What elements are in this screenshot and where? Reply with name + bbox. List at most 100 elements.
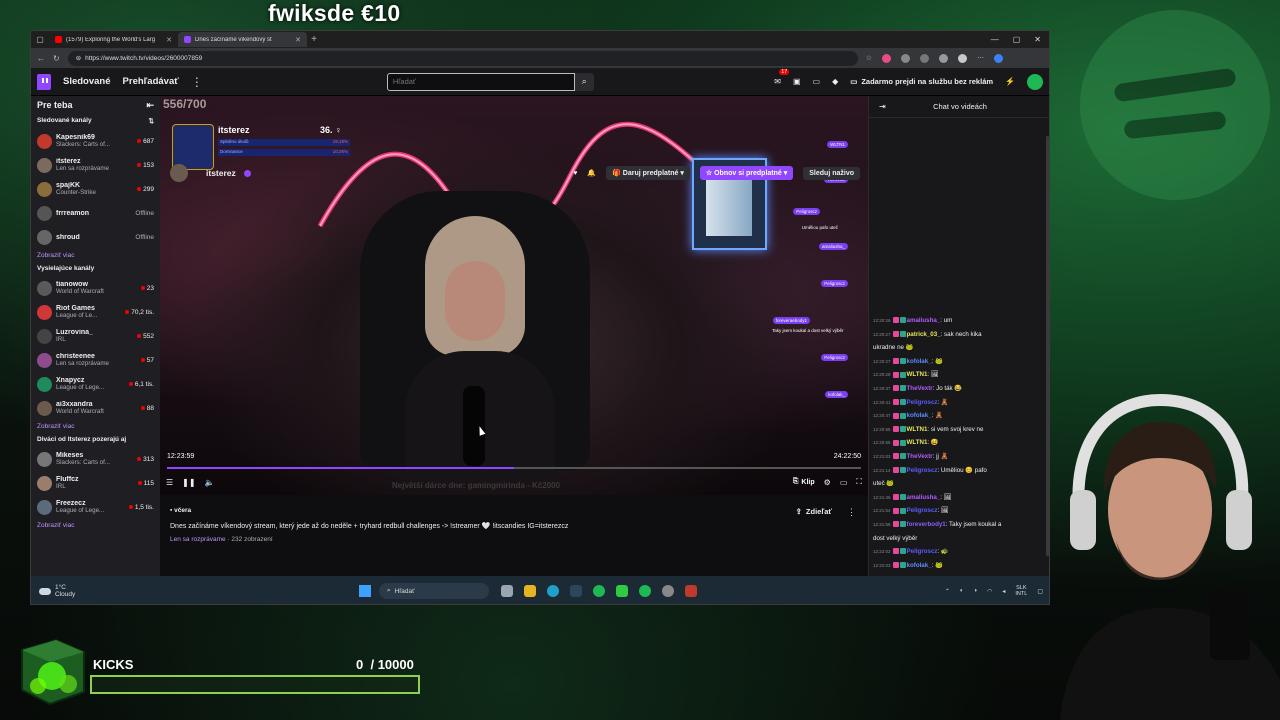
follow-heart-icon[interactable]: ♥: [573, 170, 577, 177]
file-explorer-icon[interactable]: [524, 585, 536, 597]
twitch-logo[interactable]: [37, 73, 51, 90]
show-more-link[interactable]: Zobraziť viac: [37, 423, 154, 430]
star-icon[interactable]: ☆: [866, 54, 872, 63]
browse-link[interactable]: Prehľadávať: [123, 76, 179, 87]
tray-icon[interactable]: ◐: [960, 588, 964, 594]
seek-bar[interactable]: [167, 467, 861, 469]
sidebar-channel-item[interactable]: christeenee Len sa rozprávame 57: [37, 348, 154, 372]
windows-start-icon[interactable]: [359, 585, 371, 597]
user-avatar[interactable]: [1027, 73, 1043, 90]
chat-username[interactable]: amaliusha_: [907, 494, 941, 501]
volume-icon[interactable]: 🔈: [205, 478, 215, 487]
task-view-icon[interactable]: [501, 585, 513, 597]
copilot-icon[interactable]: [993, 53, 1003, 63]
tab-youtube[interactable]: (1579) Exploring the World's Larg ✕: [49, 32, 178, 47]
url-field[interactable]: ⊜ https://www.twitch.tv/videos/260000785…: [67, 50, 858, 66]
chat-username[interactable]: kofolak_: [907, 562, 932, 569]
sidebar-channel-item[interactable]: Kapesnik69 Slackers: Carts of... 687: [37, 129, 154, 153]
following-link[interactable]: Sledované: [63, 76, 111, 87]
search-icon[interactable]: ⌕: [574, 72, 594, 91]
turbo-button[interactable]: ▭ Zadarmo prejdi na službu bez reklám: [850, 77, 993, 86]
collapse-sidebar-icon[interactable]: ⇤: [146, 100, 154, 111]
sidebar-channel-item[interactable]: itsterez Len sa rozprávame 153: [37, 153, 154, 177]
play-icon[interactable]: [616, 585, 628, 597]
steam-icon[interactable]: [570, 585, 582, 597]
tab-actions-icon[interactable]: ▢: [31, 35, 49, 44]
video-player[interactable]: 556/700 itsterez 36. ♀ Splněno úkolů 19,1…: [160, 96, 868, 495]
theatre-mode-icon[interactable]: ▭: [840, 478, 848, 487]
pause-icon[interactable]: ❚❚: [182, 478, 195, 487]
volume-icon[interactable]: ◂: [1002, 588, 1005, 595]
watch-live-button[interactable]: Sleduj naživo: [803, 166, 860, 180]
bits-icon[interactable]: ◆: [832, 77, 838, 86]
clip-button[interactable]: ⎘ Klip: [793, 478, 815, 486]
collapse-chat-icon[interactable]: ⇥: [879, 102, 886, 111]
sort-icon[interactable]: ⇅: [149, 117, 154, 125]
menu-icon[interactable]: ⋯: [977, 54, 984, 63]
sidebar-channel-item[interactable]: frrreamon Offline: [37, 201, 154, 225]
sidebar-channel-item[interactable]: shroud Offline: [37, 225, 154, 249]
extension-icon[interactable]: [881, 53, 891, 63]
gift-sub-button[interactable]: 🎁 Daruj predplatné ▾: [606, 166, 690, 180]
maximize-icon[interactable]: ▢: [1013, 35, 1021, 44]
reload-icon[interactable]: ↻: [53, 54, 60, 63]
chat-username[interactable]: foreverbody1: [907, 521, 946, 528]
chat-username[interactable]: WLTN1: [907, 426, 928, 433]
close-window-icon[interactable]: ✕: [1034, 35, 1041, 44]
whispers-icon[interactable]: ▭: [813, 77, 821, 86]
chevron-up-icon[interactable]: ⌃: [945, 588, 950, 595]
extension-icon[interactable]: [938, 53, 948, 63]
search-input[interactable]: [386, 72, 575, 91]
renew-sub-button[interactable]: ☆ Obnov si predplatné ▾: [699, 166, 794, 180]
sidebar-channel-item[interactable]: Riot Games League of Le... 70,2 tis.: [37, 300, 154, 324]
settings-icon[interactable]: ⚙: [824, 478, 831, 487]
chat-username[interactable]: Peligroscz: [907, 507, 938, 514]
more-options-icon[interactable]: ⋮: [847, 507, 856, 518]
app-icon[interactable]: [662, 585, 674, 597]
sidebar-channel-item[interactable]: Mikeses Slackers: Carts of... 313: [37, 447, 154, 471]
back-icon[interactable]: ←: [37, 54, 45, 63]
chat-username[interactable]: kofolak_: [907, 412, 932, 419]
notifications-icon[interactable]: ✉ 17: [774, 69, 790, 86]
new-tab-button[interactable]: +: [307, 34, 321, 45]
sidebar-channel-item[interactable]: tianowow World of Warcraft 23: [37, 276, 154, 300]
sidebar-channel-item[interactable]: Xnapycz League of Lege... 6,1 tis.: [37, 372, 154, 396]
chat-username[interactable]: TheVextr: [907, 385, 933, 392]
extension-icon[interactable]: [919, 53, 929, 63]
category-link[interactable]: Len sa rozprávame: [170, 536, 226, 543]
chat-username[interactable]: Peligroscz: [907, 467, 938, 474]
chat-username[interactable]: Peligroscz: [907, 399, 938, 406]
sidebar-channel-item[interactable]: Luzrovina_ IRL 552: [37, 324, 154, 348]
chat-username[interactable]: patrick_03_: [907, 331, 941, 338]
app-icon[interactable]: [685, 585, 697, 597]
more-icon[interactable]: ⋮: [191, 75, 203, 89]
language-indicator[interactable]: SLK INTL: [1015, 585, 1027, 597]
minimize-icon[interactable]: —: [991, 35, 999, 44]
tray-icon[interactable]: ◑: [974, 588, 978, 594]
extension-icon[interactable]: ⚡: [1005, 77, 1015, 86]
sidebar-channel-item[interactable]: Fluffcz IRL 115: [37, 471, 154, 495]
extension-icon[interactable]: [900, 53, 910, 63]
chat-username[interactable]: Peligroscz: [907, 548, 938, 555]
fullscreen-icon[interactable]: ⛶: [856, 477, 862, 487]
site-info-icon[interactable]: ⊜: [76, 54, 81, 62]
chat-username[interactable]: WLTN1: [907, 371, 928, 378]
show-more-link[interactable]: Zobraziť viac: [37, 522, 154, 529]
chapters-icon[interactable]: ☰: [166, 478, 173, 487]
sidebar-channel-item[interactable]: ai3xxandra World of Warcraft 88: [37, 396, 154, 420]
weather-widget[interactable]: 1°C Cloudy: [39, 584, 359, 598]
share-button[interactable]: ⇪ Zdieľať: [796, 507, 832, 516]
sidebar-channel-item[interactable]: Freezecz League of Lege... 1,5 tis.: [37, 495, 154, 519]
wifi-icon[interactable]: ◠: [987, 588, 992, 595]
spotify-icon[interactable]: [593, 585, 605, 597]
sidebar-channel-item[interactable]: spajKK Counter-Strike 299: [37, 177, 154, 201]
channel-avatar[interactable]: [170, 164, 188, 182]
tab-twitch[interactable]: Dnes začínáme víkendový st ✕: [178, 32, 307, 47]
inbox-icon[interactable]: ▣: [793, 77, 801, 86]
close-icon[interactable]: ✕: [295, 36, 301, 44]
taskbar-search[interactable]: ⌕ Hľadať: [379, 583, 489, 599]
show-more-link[interactable]: Zobraziť viac: [37, 252, 154, 259]
profile-avatar[interactable]: [957, 53, 967, 63]
bell-icon[interactable]: 🔔: [587, 169, 596, 177]
channel-name[interactable]: itsterez: [206, 168, 236, 178]
